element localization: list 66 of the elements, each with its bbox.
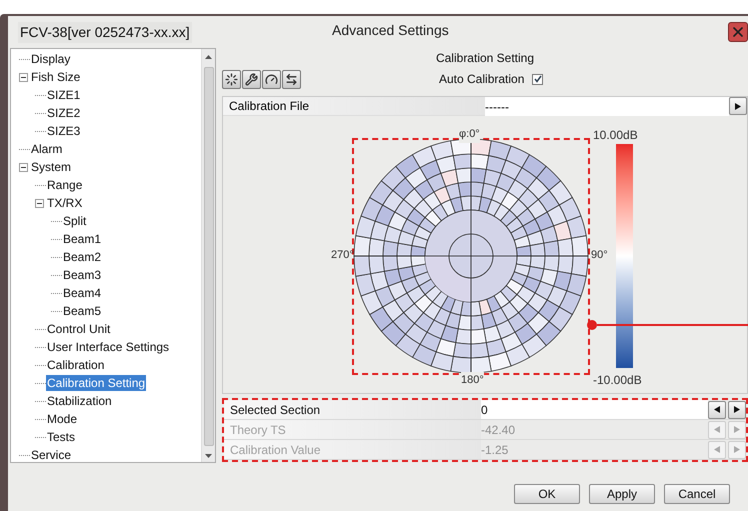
tree-item[interactable]: Stabilization xyxy=(46,393,113,409)
auto-calibration-checkbox[interactable] xyxy=(532,74,544,84)
wrench-tool-button[interactable] xyxy=(242,70,261,88)
tree-item[interactable]: User Interface Settings xyxy=(46,339,170,355)
left-triangle-icon xyxy=(714,446,720,453)
tree-item[interactable]: System xyxy=(30,159,72,175)
scale-max-label: 10.00dB xyxy=(593,127,638,144)
gauge-icon xyxy=(265,72,278,86)
right-triangle-icon xyxy=(734,446,740,453)
scale-min-label: -10.00dB xyxy=(593,372,642,389)
close-icon xyxy=(730,24,746,40)
tree-item[interactable]: Service xyxy=(30,447,72,463)
angle-label: 90° xyxy=(591,248,608,263)
decrease-button[interactable] xyxy=(708,400,726,418)
panel-title: Calibration Setting xyxy=(436,50,534,67)
expander-icon[interactable] xyxy=(19,162,28,172)
angle-label: 270° xyxy=(331,248,354,263)
right-triangle-icon xyxy=(734,406,740,413)
device-version: FCV-38[ver 0252473-xx.xx] xyxy=(18,22,192,42)
increase-button[interactable] xyxy=(728,400,746,418)
calibration-file-field[interactable]: ------ xyxy=(485,97,729,116)
scrollbar[interactable] xyxy=(201,49,215,462)
dialog-button[interactable]: Apply xyxy=(589,484,655,504)
tree-item[interactable]: TX/RX xyxy=(46,195,84,211)
tree-item[interactable]: Mode xyxy=(46,411,78,427)
gauge-tool-button[interactable] xyxy=(262,70,281,88)
auto-calibration-label: Auto Calibration xyxy=(439,71,524,88)
tree-item[interactable]: Fish Size xyxy=(30,69,82,85)
tree-item[interactable]: SIZE3 xyxy=(46,123,82,139)
tree-item[interactable]: Calibration xyxy=(46,357,106,373)
swap-tool-button[interactable] xyxy=(282,70,301,88)
right-triangle-icon xyxy=(734,426,740,433)
calibration-file-label: Calibration File xyxy=(223,97,485,116)
wrench-icon xyxy=(245,72,258,86)
spinner-tool-button[interactable] xyxy=(222,70,241,88)
window-title: Advanced Settings xyxy=(332,21,449,40)
tree-item[interactable]: Control Unit xyxy=(46,321,112,337)
field-value[interactable]: 0 xyxy=(481,400,708,419)
tree-item[interactable]: SIZE1 xyxy=(46,87,82,103)
dialog-button[interactable]: Cancel xyxy=(664,484,730,504)
dialog-button[interactable]: OK xyxy=(514,484,580,504)
tree-item[interactable]: Tests xyxy=(46,429,76,445)
expander-icon[interactable] xyxy=(19,72,28,82)
tree-item[interactable]: Range xyxy=(46,177,84,193)
field-label: Theory TS xyxy=(224,420,481,439)
tree-item[interactable]: SIZE2 xyxy=(46,105,82,121)
tree-item[interactable]: Alarm xyxy=(30,141,64,157)
tree-item[interactable]: Display xyxy=(30,51,72,67)
spinner-icon xyxy=(225,72,238,86)
tree-item[interactable]: Beam1 xyxy=(62,231,102,247)
close-button[interactable] xyxy=(728,22,748,42)
field-label: Selected Section xyxy=(224,400,481,419)
tree-item[interactable]: Beam4 xyxy=(62,285,102,301)
left-triangle-icon xyxy=(714,426,720,433)
angle-label: φ:0° xyxy=(459,126,480,142)
left-triangle-icon xyxy=(714,406,720,413)
right-triangle-icon xyxy=(735,102,741,110)
increase-button[interactable] xyxy=(729,97,747,115)
expander-icon[interactable] xyxy=(35,198,44,208)
tree-item[interactable]: Beam2 xyxy=(62,249,102,265)
tree-item[interactable]: Beam5 xyxy=(62,303,102,319)
field-label: Calibration Value xyxy=(224,440,481,459)
tree-item[interactable]: Calibration Setting xyxy=(46,375,146,391)
tree-item[interactable]: Beam3 xyxy=(62,267,102,283)
tree-item[interactable]: Split xyxy=(62,213,88,229)
swap-arrows-icon xyxy=(285,72,298,86)
